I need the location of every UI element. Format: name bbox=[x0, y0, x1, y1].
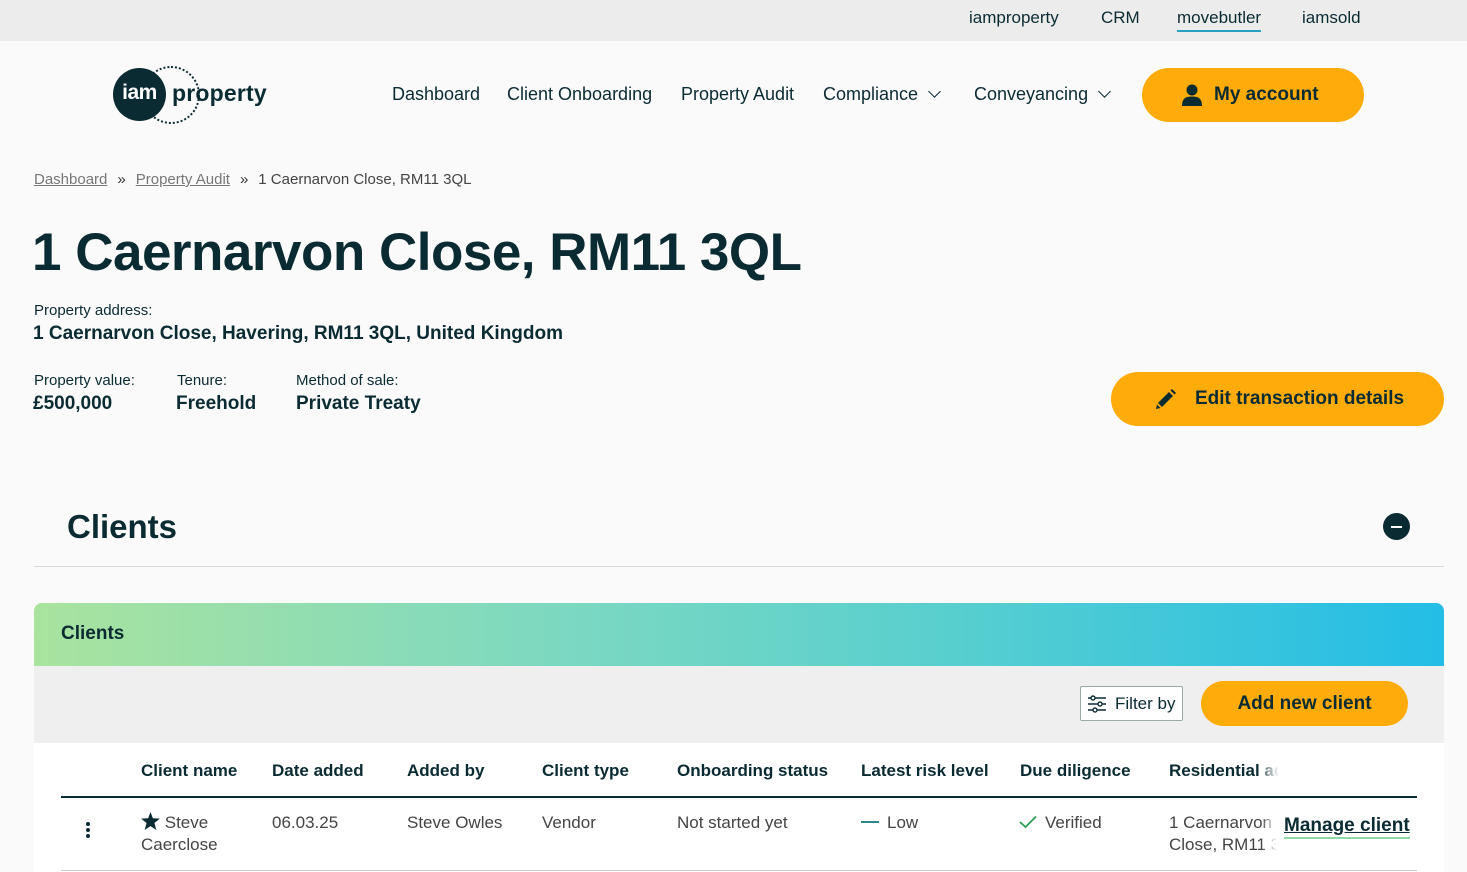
property-value: £500,000 bbox=[33, 393, 113, 414]
column-header-residential-address[interactable]: Residential address bbox=[1169, 761, 1279, 781]
page-title: 1 Caernarvon Close, RM11 3QL bbox=[32, 223, 802, 282]
column-header-added-by[interactable]: Added by bbox=[407, 761, 484, 781]
method-of-sale-label: Method of sale: bbox=[296, 372, 399, 389]
client-last-name: Caerclose bbox=[141, 835, 218, 854]
user-icon bbox=[1182, 84, 1202, 106]
table-header-rule bbox=[61, 796, 1417, 798]
chevron-down-icon bbox=[1098, 85, 1111, 98]
address-line-2: Close, RM11 3 bbox=[1169, 835, 1277, 854]
due-diligence-cell: Verified bbox=[1019, 812, 1102, 834]
pencil-icon bbox=[1156, 389, 1176, 409]
my-account-label: My account bbox=[1214, 84, 1319, 105]
star-icon bbox=[141, 812, 160, 830]
clients-card-header: Clients bbox=[34, 603, 1444, 666]
due-diligence-value: Verified bbox=[1045, 813, 1102, 832]
address-line-1: 1 Caernarvon bbox=[1169, 813, 1273, 832]
nav-conveyancing-label: Conveyancing bbox=[974, 84, 1089, 104]
clients-toolbar: Filter by Add new client bbox=[34, 666, 1444, 743]
dash-icon bbox=[861, 821, 879, 823]
property-address-value: 1 Caernarvon Close, Havering, RM11 3QL, … bbox=[33, 323, 564, 344]
column-header-date-added[interactable]: Date added bbox=[272, 761, 364, 781]
table-row-rule bbox=[61, 870, 1417, 871]
breadcrumb-current: 1 Caernarvon Close, RM11 3QL bbox=[258, 171, 472, 188]
utility-bar: iamproperty CRM movebutler iamsold bbox=[0, 0, 1467, 41]
date-added-cell: 06.03.25 bbox=[272, 813, 339, 832]
filter-sliders-icon bbox=[1088, 694, 1106, 713]
client-type-cell: Vendor bbox=[542, 813, 596, 832]
nav-compliance[interactable]: Compliance bbox=[823, 84, 941, 105]
logo-wordmark: property bbox=[172, 80, 267, 106]
clients-card-title: Clients bbox=[61, 623, 125, 644]
nav-client-onboarding[interactable]: Client Onboarding bbox=[507, 84, 652, 105]
breadcrumb-property-audit[interactable]: Property Audit bbox=[136, 171, 230, 188]
nav-compliance-label: Compliance bbox=[823, 84, 919, 104]
add-new-client-button[interactable]: Add new client bbox=[1201, 681, 1408, 726]
check-icon bbox=[1019, 815, 1037, 829]
breadcrumb-dashboard[interactable]: Dashboard bbox=[34, 171, 107, 188]
onboarding-status-cell: Not started yet bbox=[677, 813, 788, 832]
my-account-button[interactable]: My account bbox=[1142, 68, 1364, 122]
collapse-section-button[interactable] bbox=[1383, 513, 1410, 540]
property-address-label: Property address: bbox=[34, 302, 153, 319]
iamproperty-logo[interactable]: iam property bbox=[112, 66, 282, 124]
column-header-client-name[interactable]: Client name bbox=[141, 761, 237, 781]
nav-conveyancing[interactable]: Conveyancing bbox=[974, 84, 1111, 105]
column-header-onboarding-status[interactable]: Onboarding status bbox=[677, 761, 828, 781]
nav-dashboard[interactable]: Dashboard bbox=[392, 84, 480, 105]
column-header-client-type[interactable]: Client type bbox=[542, 761, 629, 781]
section-divider bbox=[34, 566, 1444, 567]
risk-level-value: Low bbox=[887, 813, 919, 832]
clients-section-heading: Clients bbox=[67, 508, 178, 545]
breadcrumb-separator: » bbox=[117, 171, 126, 188]
method-of-sale-value: Private Treaty bbox=[296, 393, 421, 414]
row-actions-kebab-icon[interactable] bbox=[85, 822, 91, 840]
filter-by-label: Filter by bbox=[1115, 693, 1176, 713]
utility-link-crm[interactable]: CRM bbox=[1101, 8, 1140, 32]
chevron-down-icon bbox=[928, 85, 941, 98]
clients-table: Client name Date added Added by Client t… bbox=[34, 743, 1444, 872]
residential-address-cell: 1 Caernarvon Close, RM11 3 bbox=[1169, 812, 1277, 856]
breadcrumb-separator: » bbox=[239, 171, 249, 188]
column-header-due-diligence[interactable]: Due diligence bbox=[1020, 761, 1131, 781]
added-by-cell: Steve Owles bbox=[407, 813, 503, 832]
tenure-label: Tenure: bbox=[177, 372, 228, 389]
risk-level-cell: Low bbox=[861, 812, 918, 834]
clients-card: Clients Filter by Add new client Client … bbox=[34, 603, 1444, 872]
utility-link-iamproperty[interactable]: iamproperty bbox=[969, 8, 1059, 32]
column-header-latest-risk-level[interactable]: Latest risk level bbox=[861, 761, 989, 781]
edit-transaction-label: Edit transaction details bbox=[1195, 388, 1405, 409]
utility-link-movebutler[interactable]: movebutler bbox=[1177, 8, 1262, 32]
logo-mark: iam bbox=[113, 68, 166, 121]
client-name-cell: Steve Caerclose bbox=[141, 812, 218, 856]
edit-transaction-button[interactable]: Edit transaction details bbox=[1111, 372, 1444, 426]
tenure-value: Freehold bbox=[176, 393, 257, 414]
breadcrumb: Dashboard » Property Audit » 1 Caernarvon Cl… bbox=[34, 171, 471, 188]
nav-property-audit[interactable]: Property Audit bbox=[681, 84, 794, 105]
property-value-label: Property value: bbox=[34, 372, 135, 389]
filter-by-button[interactable]: Filter by bbox=[1080, 686, 1183, 721]
utility-link-iamsold[interactable]: iamsold bbox=[1302, 8, 1361, 32]
client-first-name: Steve bbox=[164, 813, 209, 832]
manage-client-link[interactable]: Manage client bbox=[1284, 815, 1410, 839]
